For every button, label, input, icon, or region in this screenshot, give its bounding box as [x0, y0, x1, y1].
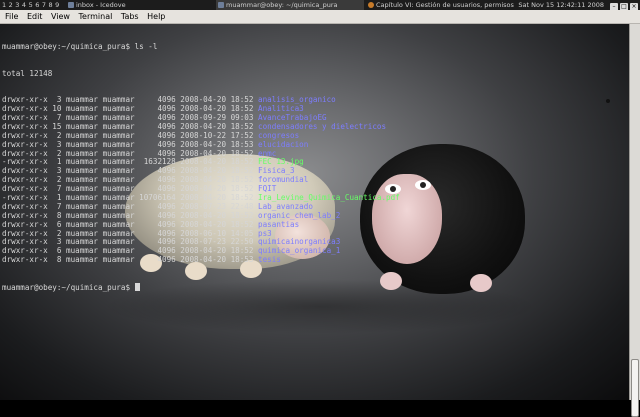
entry-meta: drwxr-xr-x 6 muammar muammar 4096 2008-0…	[2, 219, 259, 229]
terminal-menubar: File Edit View Terminal Tabs Help	[0, 10, 640, 24]
terminal-output[interactable]: muammar@obey:~/quimica_pura$ ls -l total…	[0, 24, 629, 400]
wallpaper-sheep-leg	[470, 274, 492, 292]
task-terminal[interactable]: muammar@obey: ~/quimica_pura	[216, 0, 364, 10]
maximize-button[interactable]: □	[620, 3, 628, 10]
command-line: muammar@obey:~/quimica_pura$ ls -l	[2, 41, 158, 51]
entry-meta: -rwxr-xr-x 1 muammar muammar 10706164 20…	[2, 193, 259, 203]
entry-name: AvanceTrabajoEG	[258, 113, 327, 122]
entry-name: tesis	[258, 255, 281, 265]
workspace-8[interactable]: 8	[48, 1, 52, 9]
entry-name: quimicainorganica3	[258, 237, 341, 247]
wallpaper-eye	[415, 180, 431, 190]
entry-meta: drwxr-xr-x 6 muammar muammar 4096 2008-0…	[2, 246, 259, 256]
task-label: inbox - Icedove	[76, 1, 126, 9]
text-cursor	[134, 282, 140, 291]
entry-meta: drwxr-xr-x 7 muammar muammar 4096 2008-0…	[2, 184, 259, 194]
entry-meta: drwxr-xr-x 7 muammar muammar 4096 2008-0…	[2, 113, 259, 122]
ls-listing: drwxr-xr-x 3 muammar muammar 4096 2008-0…	[2, 95, 400, 265]
workspace-1[interactable]: 1	[2, 1, 6, 9]
menu-terminal[interactable]: Terminal	[79, 12, 113, 21]
entry-name: Ira_Levine_Quimica_Cuantica.pdf	[258, 193, 400, 203]
minimize-button[interactable]: –	[610, 3, 618, 10]
total-line: total 12148	[2, 68, 53, 78]
entry-name: organic_chem_lab_2	[258, 210, 341, 220]
entry-name: ps3	[258, 228, 272, 238]
browser-icon	[368, 2, 374, 8]
entry-name: elucidacion	[258, 139, 309, 149]
entry-meta: -rwxr-xr-x 1 muammar muammar 1632128 200…	[2, 157, 259, 167]
terminal-scrollbar[interactable]	[629, 24, 640, 417]
workspace-switcher[interactable]: 123456789	[2, 0, 62, 10]
menu-help[interactable]: Help	[147, 12, 165, 21]
entry-name: analisis_organico	[258, 95, 336, 105]
menu-view[interactable]: View	[51, 12, 70, 21]
entry-name: congresos	[258, 130, 300, 140]
entry-name: Fisica_3	[258, 166, 295, 176]
entry-meta: drwxr-xr-x 15 muammar muammar 4096 2008-…	[2, 121, 259, 131]
prompt: muammar@obey:~/quimica_pura$	[2, 282, 131, 292]
entry-meta: drwxr-xr-x 8 muammar muammar 4096 2008-0…	[2, 255, 259, 265]
entry-meta: drwxr-xr-x 3 muammar muammar 4096 2008-0…	[2, 237, 259, 247]
task-label: muammar@obey: ~/quimica_pura	[226, 1, 338, 9]
menu-file[interactable]: File	[5, 12, 18, 21]
workspace-9[interactable]: 9	[55, 1, 59, 9]
close-button[interactable]: ×	[630, 3, 638, 10]
entry-name: enmc	[258, 148, 277, 158]
entry-name: FQIT	[258, 184, 277, 194]
workspace-4[interactable]: 4	[22, 1, 26, 9]
workspace-7[interactable]: 7	[42, 1, 46, 9]
entry-name: FEC 13.jpg	[258, 157, 304, 167]
entry-meta: drwxr-xr-x 2 muammar muammar 4096 2008-1…	[2, 130, 259, 140]
window-buttons: – □ ×	[608, 1, 638, 10]
menu-edit[interactable]: Edit	[27, 12, 43, 21]
entry-meta: drwxr-xr-x 2 muammar muammar 4096 2008-0…	[2, 148, 259, 158]
entry-name: foromundial	[258, 175, 309, 185]
clock: Sat Nov 15 12:42:11 2008	[518, 1, 604, 9]
entry-name: Analitica3	[258, 104, 304, 114]
entry-meta: drwxr-xr-x 7 muammar muammar 4096 2008-0…	[2, 201, 259, 211]
scrollbar-thumb[interactable]	[631, 359, 639, 417]
task-browser[interactable]: Capítulo VI: Gestión de usuarios, permis…	[366, 0, 514, 10]
terminal-text: muammar@obey:~/quimica_pura$ ls -l total…	[2, 25, 400, 310]
task-icedove[interactable]: inbox - Icedove	[66, 0, 186, 10]
entry-name: quimica_organica_1	[258, 246, 341, 256]
workspace-3[interactable]: 3	[15, 1, 19, 9]
entry-meta: drwxr-xr-x 8 muammar muammar 4096 2008-0…	[2, 210, 259, 220]
wallpaper-dot	[606, 99, 610, 103]
workspace-2[interactable]: 2	[9, 1, 13, 9]
entry-meta: drwxr-xr-x 3 muammar muammar 4096 2008-0…	[2, 95, 259, 105]
entry-name: condensadores y dielectricos	[258, 121, 387, 131]
menu-tabs[interactable]: Tabs	[121, 12, 139, 21]
mail-icon	[68, 2, 74, 8]
terminal-icon	[218, 2, 224, 8]
entry-name: pasantias	[258, 219, 300, 229]
workspace-6[interactable]: 6	[35, 1, 39, 9]
entry-meta: drwxr-xr-x 2 muammar muammar 4096 2008-0…	[2, 175, 259, 185]
entry-meta: drwxr-xr-x 3 muammar muammar 4096 2008-0…	[2, 166, 259, 176]
entry-meta: drwxr-xr-x 2 muammar muammar 4096 2008-0…	[2, 228, 259, 238]
entry-meta: drwxr-xr-x 3 muammar muammar 4096 2008-0…	[2, 139, 259, 149]
entry-meta: drwxr-xr-x 10 muammar muammar 4096 2008-…	[2, 104, 259, 114]
ls-entry: drwxr-xr-x 8 muammar muammar 4096 2008-0…	[2, 255, 400, 265]
prompt-line: muammar@obey:~/quimica_pura$	[2, 282, 400, 292]
workspace-5[interactable]: 5	[29, 1, 33, 9]
entry-name: Lab_avanzado	[258, 201, 313, 211]
top-taskbar: 123456789 inbox - Icedove muammar@obey: …	[0, 0, 640, 10]
task-label: Capítulo VI: Gestión de usuarios, permis…	[376, 1, 514, 9]
